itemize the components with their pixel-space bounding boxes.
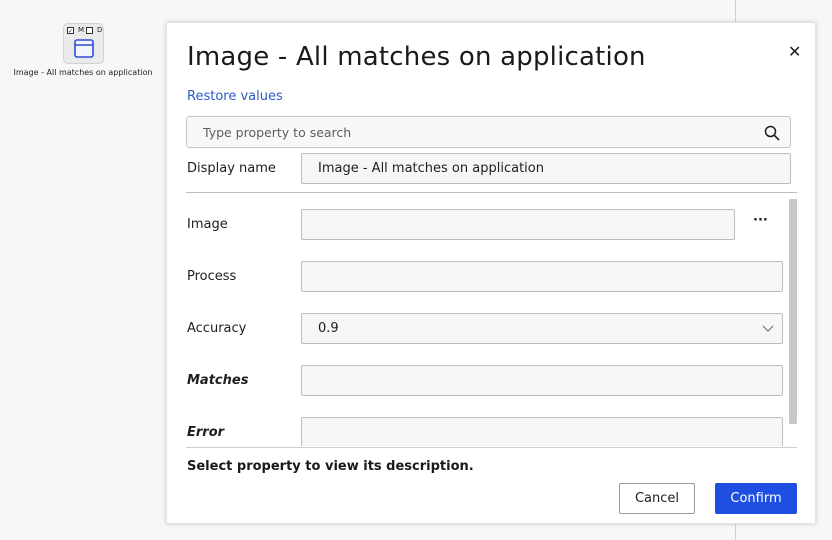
accuracy-value: 0.9 — [318, 321, 339, 336]
workflow-node[interactable]: ✓ M D — [63, 23, 104, 64]
node-checkbox-m[interactable]: ✓ — [67, 27, 74, 35]
dialog-title: Image - All matches on application — [187, 42, 646, 72]
node-m-label: M — [78, 26, 85, 34]
search-input[interactable] — [197, 117, 769, 147]
application-window-icon — [74, 39, 94, 58]
node-checkbox-d[interactable] — [86, 27, 93, 34]
display-name-label: Display name — [187, 161, 276, 176]
accuracy-select[interactable]: 0.9 — [301, 313, 783, 344]
node-caption: Image - All matches on application — [13, 68, 153, 77]
process-label: Process — [187, 269, 237, 284]
matches-label: Matches — [187, 373, 249, 388]
restore-values-link[interactable]: Restore values — [187, 89, 283, 104]
properties-list: Image Process Accuracy 0.9 Matches Error — [167, 193, 817, 446]
error-field[interactable] — [301, 417, 783, 446]
more-options-button[interactable]: ··· — [753, 213, 768, 228]
property-search[interactable] — [186, 116, 791, 148]
image-field[interactable] — [301, 209, 735, 240]
matches-field[interactable] — [301, 365, 783, 396]
accuracy-label: Accuracy — [187, 321, 247, 336]
footer-divider — [186, 447, 797, 448]
node-d-label: D — [97, 26, 103, 34]
confirm-button[interactable]: Confirm — [715, 483, 797, 514]
search-icon[interactable] — [764, 125, 780, 141]
properties-dialog: Image - All matches on application ✕ Res… — [166, 22, 816, 524]
property-description: Select property to view its description. — [187, 459, 474, 474]
image-label: Image — [187, 217, 228, 232]
chevron-down-icon[interactable] — [762, 323, 774, 333]
error-label: Error — [187, 425, 225, 440]
display-name-field[interactable]: Image - All matches on application — [301, 153, 791, 184]
process-field[interactable] — [301, 261, 783, 292]
cancel-button[interactable]: Cancel — [619, 483, 695, 514]
close-icon[interactable]: ✕ — [788, 43, 801, 61]
scrollbar[interactable] — [789, 199, 797, 424]
